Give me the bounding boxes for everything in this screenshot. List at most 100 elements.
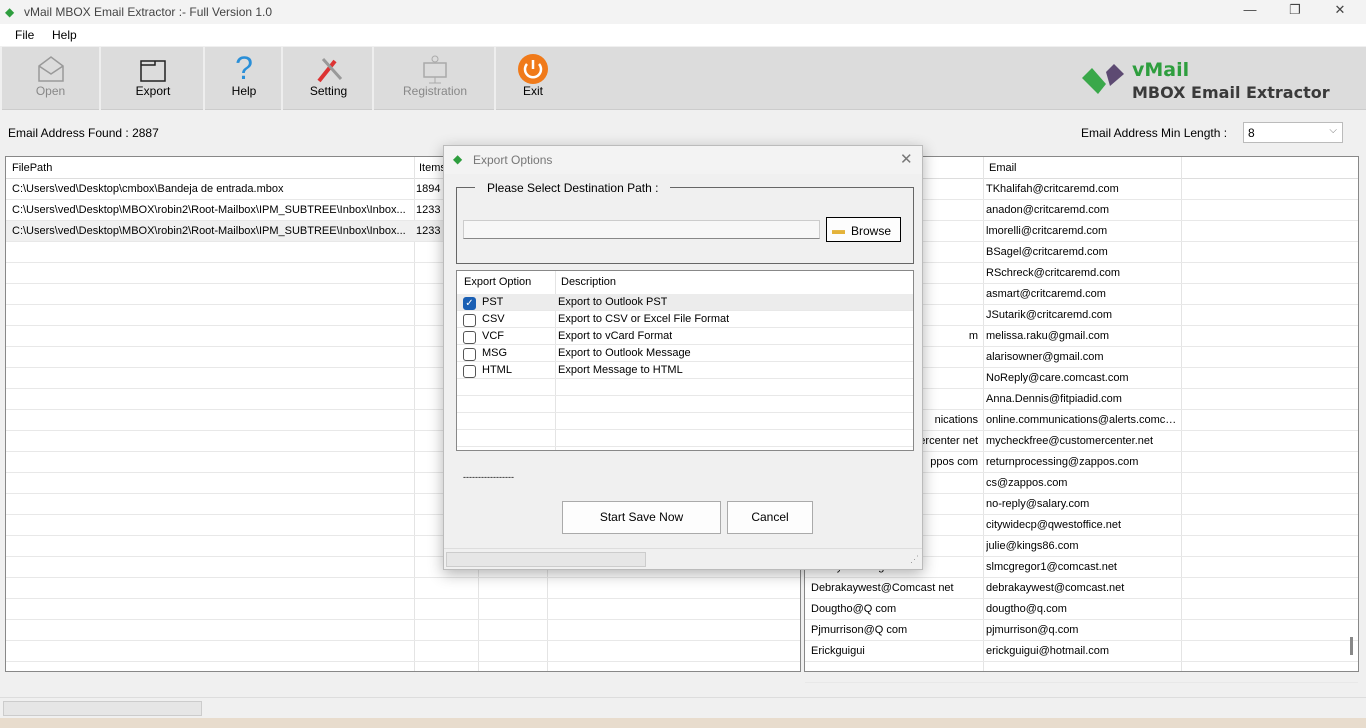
table-row[interactable]: Pjmurrison@Q com pjmurrison@q.com [805, 620, 1358, 641]
contact-name: Debrakaywest@Comcast net [811, 582, 954, 594]
menu-file[interactable]: File [15, 28, 34, 42]
email-address: Anna.Dennis@fitpiadid.com [986, 393, 1122, 405]
contact-name: Dougtho@Q com [811, 603, 897, 615]
export-option-description: Export to Outlook Message [558, 347, 691, 359]
power-icon [518, 54, 548, 84]
setting-button[interactable]: Setting [285, 47, 374, 110]
export-options-dialog: ◆ Export Options ✕ Please Select Destina… [443, 145, 923, 570]
export-option-description: Export to vCard Format [558, 330, 673, 342]
email-address: BSagel@critcaremd.com [986, 246, 1108, 258]
export-option-checkbox[interactable] [463, 348, 476, 361]
table-row[interactable]: Dougtho@Q com dougtho@q.com [805, 599, 1358, 620]
file-path: C:\Users\ved\Desktop\MBOX\robin2\Root-Ma… [12, 204, 406, 216]
min-length-label: Email Address Min Length : [1081, 126, 1228, 140]
email-address: pjmurrison@q.com [986, 624, 1079, 636]
table-row[interactable]: Erickguigui erickguigui@hotmail.com [805, 641, 1358, 662]
exit-button[interactable]: Exit [498, 47, 568, 110]
export-option-name: PST [482, 296, 504, 308]
scrollbar-thumb[interactable] [1350, 637, 1353, 655]
setting-label: Setting [309, 84, 348, 98]
export-option-checkbox[interactable]: ✓ [463, 297, 476, 310]
dialog-progress-bar [446, 552, 646, 567]
logo-mark-icon [1082, 64, 1124, 94]
browse-label: Browse [851, 224, 892, 238]
email-address: RSchreck@critcaremd.com [986, 267, 1121, 279]
logo-brand: vMail [1132, 59, 1190, 81]
table-row[interactable] [6, 641, 800, 662]
export-option-checkbox[interactable] [463, 314, 476, 327]
app-icon: ◆ [5, 5, 15, 19]
export-options-table: Export Option Description ✓ PST Export to … [456, 270, 914, 451]
contact-name: nications [934, 414, 978, 426]
export-option-row[interactable]: ✓ PST Export to Outlook PST [457, 294, 913, 311]
email-address: debrakaywest@comcast.net [986, 582, 1125, 594]
export-option-row[interactable]: HTML Export Message to HTML [457, 362, 913, 379]
export-option-checkbox[interactable] [463, 331, 476, 344]
folder-icon [140, 60, 166, 82]
registration-label: Registration [402, 84, 468, 98]
export-option-name: HTML [482, 364, 512, 376]
destination-path-input[interactable] [463, 220, 820, 239]
email-address: dougtho@q.com [986, 603, 1067, 615]
contact-name: ercenter net [919, 435, 978, 447]
resize-grip-icon[interactable]: ⋰ [910, 554, 919, 565]
column-filepath[interactable]: FilePath [12, 162, 52, 174]
export-option-name: VCF [482, 330, 504, 342]
maximize-button[interactable]: ❐ [1275, 2, 1315, 22]
export-option-row[interactable] [457, 396, 913, 413]
email-found-count: 2887 [132, 126, 159, 140]
dialog-title-bar: ◆ Export Options ✕ [444, 146, 922, 174]
folder-icon: ▬ [832, 222, 845, 237]
email-address: returnprocessing@zappos.com [986, 456, 1139, 468]
email-address: mycheckfree@customercenter.net [986, 435, 1154, 447]
help-button[interactable]: ? Help [207, 47, 283, 110]
email-found-label: Email Address Found : 2887 [8, 126, 159, 140]
progress-bar [3, 701, 202, 716]
file-items: 1894 [416, 183, 441, 195]
contact-name: m [968, 330, 978, 342]
email-address: anadon@critcaremd.com [986, 204, 1110, 216]
dialog-close-icon[interactable]: ✕ [900, 150, 913, 168]
column-description: Description [561, 276, 617, 288]
open-label: Open [35, 84, 66, 98]
registration-button[interactable]: Registration [376, 47, 496, 110]
email-address: online.communications@alerts.comca... [986, 414, 1178, 426]
question-icon: ? [235, 50, 253, 86]
dialog-status-bar: ⋰ [444, 548, 922, 569]
table-row[interactable]: Debrakaywest@Comcast net debrakaywest@com… [805, 578, 1358, 599]
menu-help[interactable]: Help [52, 28, 77, 42]
email-address: JSutarik@critcaremd.com [986, 309, 1113, 321]
email-address: NoReply@care.comcast.com [986, 372, 1129, 384]
export-option-row[interactable] [457, 413, 913, 430]
table-row[interactable] [6, 599, 800, 620]
export-option-row[interactable] [457, 379, 913, 396]
tools-icon [316, 57, 342, 83]
column-items[interactable]: Items [419, 162, 446, 174]
export-option-row[interactable] [457, 430, 913, 447]
start-save-button[interactable]: Start Save Now [562, 501, 721, 534]
cancel-button[interactable]: Cancel [727, 501, 813, 534]
browse-button[interactable]: ▬ Browse [826, 217, 901, 242]
open-button[interactable]: Open [2, 47, 101, 110]
close-button[interactable]: ✕ [1320, 2, 1360, 22]
contact-name: Erickguigui [811, 645, 865, 657]
column-email[interactable]: Email [989, 162, 1017, 174]
table-row[interactable] [805, 662, 1358, 683]
table-row[interactable] [6, 578, 800, 599]
export-option-row[interactable]: CSV Export to CSV or Excel File Format [457, 311, 913, 328]
export-option-row[interactable]: VCF Export to vCard Format [457, 328, 913, 345]
min-length-select[interactable]: 8 ⌵ [1243, 122, 1343, 143]
window-title: vMail MBOX Email Extractor :- Full Versi… [24, 5, 273, 19]
minimize-button[interactable]: — [1230, 2, 1270, 22]
dialog-title: Export Options [473, 153, 553, 167]
email-address: lmorelli@critcaremd.com [986, 225, 1108, 237]
export-option-row[interactable]: MSG Export to Outlook Message [457, 345, 913, 362]
status-bar [0, 697, 1366, 718]
contact-name: Pjmurrison@Q com [811, 624, 908, 636]
email-address: asmart@critcaremd.com [986, 288, 1106, 300]
table-row[interactable] [6, 620, 800, 641]
export-option-checkbox[interactable] [463, 365, 476, 378]
min-length-value: 8 [1248, 126, 1255, 140]
export-button[interactable]: Export [103, 47, 205, 110]
registration-icon [423, 55, 447, 84]
